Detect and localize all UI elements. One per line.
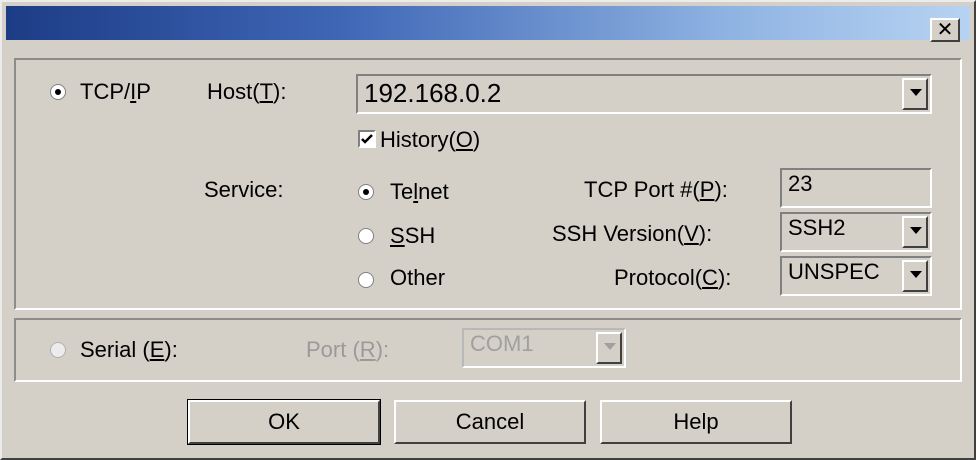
- ssh-label: SSH: [390, 223, 436, 248]
- ok-button[interactable]: OK: [187, 399, 381, 445]
- cancel-button[interactable]: Cancel: [394, 400, 586, 444]
- tcp-port-value: 23: [788, 171, 813, 196]
- protocol-dropdown-button[interactable]: [902, 260, 928, 292]
- chevron-down-icon: [604, 343, 616, 350]
- protocol-value: UNSPEC: [788, 259, 880, 284]
- ssh-version-dropdown-button[interactable]: [902, 216, 928, 248]
- service-label: Service:: [204, 177, 284, 202]
- host-combobox[interactable]: 192.168.0.2: [356, 74, 932, 114]
- chevron-down-icon: [910, 271, 922, 278]
- chevron-down-icon: [910, 89, 922, 96]
- tcp-port-field[interactable]: 23: [780, 168, 932, 208]
- title-bar[interactable]: [6, 6, 970, 40]
- history-label: History(O): [380, 127, 481, 152]
- tcpip-label: TCP/IP: [80, 79, 151, 104]
- serial-port-dropdown-button[interactable]: [596, 332, 622, 364]
- protocol-select[interactable]: UNSPEC: [780, 256, 932, 296]
- help-button[interactable]: Help: [600, 400, 792, 444]
- serial-radio[interactable]: [50, 342, 66, 358]
- telnet-radio[interactable]: [358, 184, 374, 200]
- checkmark-icon: [361, 134, 373, 144]
- host-value: 192.168.0.2: [364, 78, 502, 108]
- ssh-radio[interactable]: [358, 228, 374, 244]
- serial-port-value: COM1: [470, 331, 534, 356]
- serial-port-select[interactable]: COM1: [462, 328, 626, 368]
- new-connection-dialog: ✕ TCP/IP Host(T): 192.168.0.2 History(O)…: [0, 0, 976, 460]
- close-icon: ✕: [936, 19, 954, 41]
- port-label: Port (R):: [306, 337, 390, 362]
- chevron-down-icon: [910, 227, 922, 234]
- host-dropdown-button[interactable]: [902, 78, 928, 110]
- other-label: Other: [390, 265, 446, 290]
- ssh-version-value: SSH2: [788, 215, 846, 240]
- tcp-port-label: TCP Port #(P):: [584, 177, 728, 202]
- close-button[interactable]: ✕: [930, 18, 960, 42]
- protocol-label: Protocol(C):: [614, 265, 732, 290]
- history-checkbox[interactable]: [358, 130, 376, 148]
- serial-label: Serial (E):: [80, 337, 178, 362]
- host-label: Host(T):: [207, 79, 287, 104]
- tcpip-radio[interactable]: [50, 84, 66, 100]
- telnet-label: Telnet: [390, 179, 449, 204]
- ssh-version-label: SSH Version(V):: [552, 221, 713, 246]
- ssh-version-select[interactable]: SSH2: [780, 212, 932, 252]
- other-radio[interactable]: [358, 272, 374, 288]
